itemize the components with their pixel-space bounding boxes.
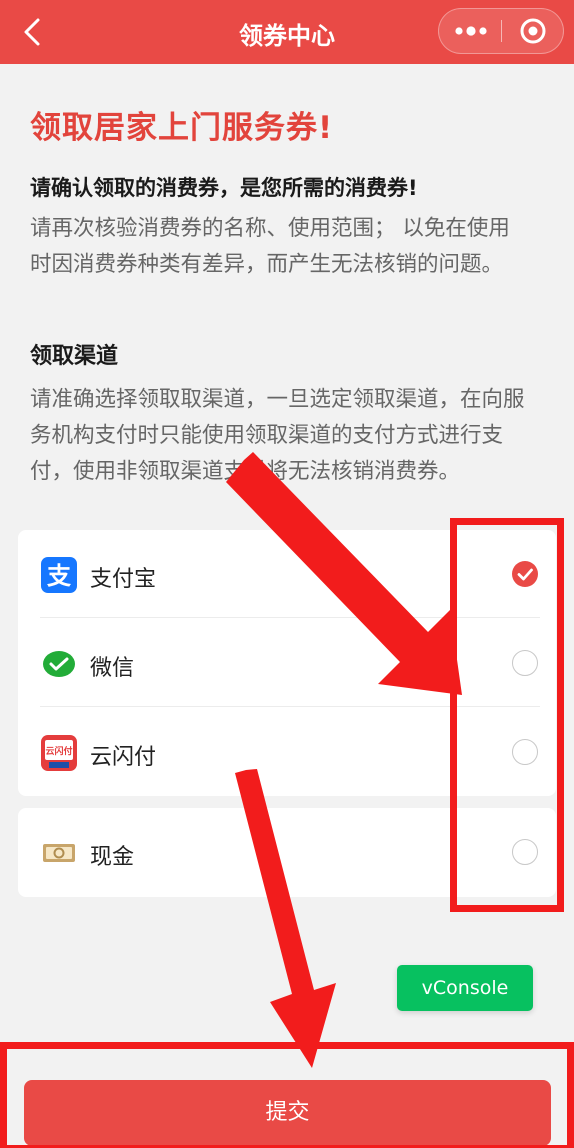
channel-option-alipay[interactable]: 支 支付宝 <box>18 530 556 618</box>
channel-label: 支付宝 <box>90 567 157 592</box>
radio-unchecked[interactable] <box>512 739 538 765</box>
target-circle-icon <box>520 18 546 44</box>
svg-text:支: 支 <box>47 562 72 590</box>
check-icon <box>517 568 533 581</box>
channel-label: 云闪付 <box>90 745 157 770</box>
navigation-bar: 领券中心 <box>0 0 574 64</box>
confirm-title: 请确认领取的消费券，是您所需的消费券! <box>30 176 418 200</box>
payment-channel-list: 支 支付宝 微信 云闪付 云闪付 <box>18 530 556 796</box>
svg-text:云闪付: 云闪付 <box>45 745 72 757</box>
cash-option-card: 现金 <box>18 808 556 897</box>
more-button[interactable] <box>439 9 501 53</box>
channel-text: 请准确选择领取取渠道，一旦选定领取渠道，在向服务机构支付时只能使用领取渠道的支付… <box>30 387 525 484</box>
headline: 领取居家上门服务券! <box>30 110 334 146</box>
row-divider <box>40 706 540 707</box>
channel-option-unionpay[interactable]: 云闪付 云闪付 <box>18 708 556 796</box>
more-dots-icon <box>455 26 487 36</box>
radio-unchecked[interactable] <box>512 839 538 865</box>
channel-label: 现金 <box>90 845 135 870</box>
channel-option-wechat[interactable]: 微信 <box>18 619 556 707</box>
channel-label: 微信 <box>90 656 135 681</box>
radio-checked[interactable] <box>512 561 538 587</box>
close-mini-program-button[interactable] <box>502 9 564 53</box>
cash-bill-icon <box>43 844 75 862</box>
wechat-pay-icon <box>43 651 75 677</box>
submit-button[interactable]: 提交 <box>24 1080 551 1146</box>
mini-program-capsule <box>438 8 564 54</box>
unionpay-quickpass-icon: 云闪付 <box>41 735 77 771</box>
row-divider <box>40 617 540 618</box>
alipay-icon: 支 <box>41 557 77 593</box>
radio-unchecked[interactable] <box>512 650 538 676</box>
channel-option-cash[interactable]: 现金 <box>18 808 556 896</box>
vconsole-button[interactable]: vConsole <box>397 965 533 1011</box>
confirm-text: 请再次核验消费券的名称、使用范围； 以免在使用时因消费券种类有差异，而产生无法核… <box>30 216 510 277</box>
channel-section-title: 领取渠道 <box>30 344 119 369</box>
